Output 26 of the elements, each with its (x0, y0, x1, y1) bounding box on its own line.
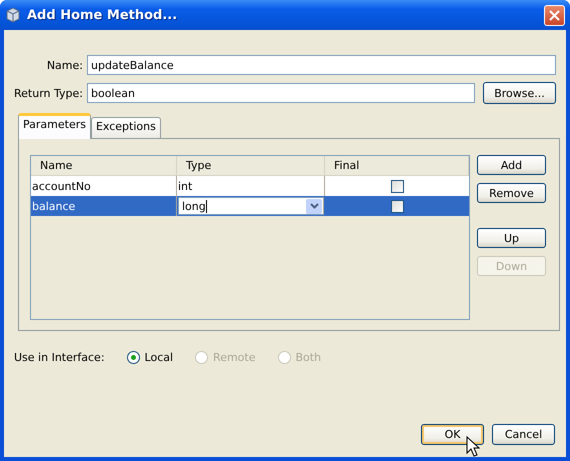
interface-label: Use in Interface: (14, 350, 105, 364)
radio-button[interactable] (126, 350, 140, 364)
checkbox[interactable] (391, 200, 404, 212)
browse-button[interactable]: Browse... (482, 82, 556, 104)
dialog-button[interactable]: OK (421, 424, 484, 445)
return-type-label: Return Type: (14, 86, 83, 100)
checkbox[interactable] (391, 180, 404, 192)
cube-icon (5, 7, 21, 23)
table-row[interactable]: balance long (31, 196, 469, 216)
window-title: Add Home Method... (27, 8, 178, 22)
radio-label[interactable]: Local (144, 350, 174, 364)
tab[interactable]: Exceptions (90, 117, 161, 138)
dialog-button[interactable]: Cancel (492, 424, 555, 445)
table-row[interactable]: accountNo int (31, 176, 469, 196)
type-combo[interactable]: long (178, 197, 324, 215)
side-button[interactable]: Add (477, 155, 546, 175)
mouse-pointer-icon (466, 436, 480, 458)
name-field[interactable]: updateBalance (87, 55, 556, 75)
table-cell: balance (31, 196, 177, 216)
close-button[interactable] (544, 4, 565, 26)
return-type-field[interactable]: boolean (86, 83, 475, 103)
side-button[interactable]: Up (477, 228, 546, 248)
name-label: Name: (46, 58, 83, 72)
close-icon (549, 10, 560, 20)
tab[interactable]: Parameters (18, 113, 91, 139)
side-button[interactable]: Remove (477, 183, 546, 203)
